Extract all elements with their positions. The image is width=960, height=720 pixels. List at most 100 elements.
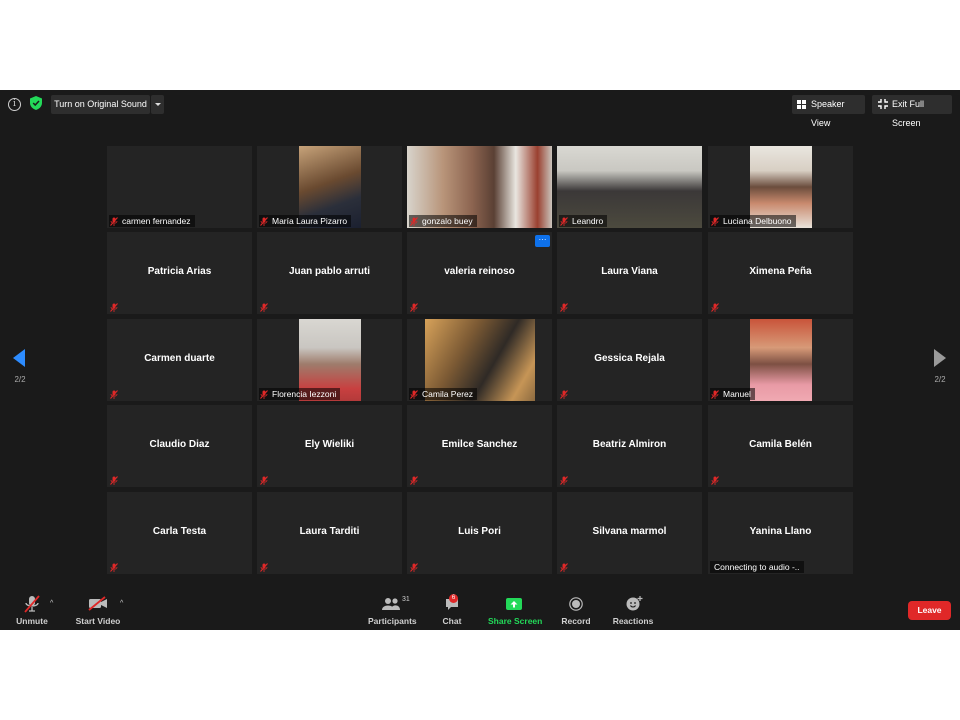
participant-tile[interactable]: Laura Tarditi xyxy=(257,492,402,574)
info-icon[interactable]: i xyxy=(8,98,21,111)
reactions-icon xyxy=(626,596,643,611)
unmute-button[interactable]: Unmute xyxy=(10,590,54,630)
participant-tile[interactable]: Juan pablo arruti xyxy=(257,232,402,314)
microphone-muted-icon xyxy=(711,217,719,226)
original-sound-button[interactable]: Turn on Original Sound xyxy=(51,95,150,114)
speaker-view-button[interactable]: Speaker View xyxy=(792,95,865,128)
participant-tile[interactable]: Ely Wieliki xyxy=(257,405,402,487)
speaker-view-icon xyxy=(797,100,806,109)
participant-tile[interactable]: carmen fernandez xyxy=(107,146,252,228)
participant-name: Yanina Llano xyxy=(749,526,812,537)
record-label: Record xyxy=(561,616,591,626)
share-screen-button[interactable]: Share Screen xyxy=(488,590,542,630)
participant-name: Luis Pori xyxy=(458,526,501,537)
participant-name: Luciana Delbuono xyxy=(723,216,792,226)
participant-tile[interactable]: Beatriz Almiron xyxy=(557,405,702,487)
participant-name: Carla Testa xyxy=(152,526,207,537)
record-button[interactable]: Record xyxy=(560,590,592,630)
shield-icon[interactable] xyxy=(30,96,42,110)
microphone-muted-icon xyxy=(711,390,719,399)
participant-name: Florencia Iezzoni xyxy=(272,389,337,399)
exit-full-screen-label: Exit Full Screen xyxy=(892,99,925,128)
participant-name: Camila Perez xyxy=(422,389,474,399)
participant-tile[interactable]: Camila Belén xyxy=(708,405,853,487)
participant-tile[interactable]: valeria reinoso xyxy=(407,232,552,314)
exit-full-screen-button[interactable]: Exit Full Screen xyxy=(872,95,952,128)
participant-tile[interactable]: María Laura Pizarro xyxy=(257,146,402,228)
participant-name: Emilce Sanchez xyxy=(441,439,518,450)
chat-button[interactable]: 6 Chat xyxy=(437,590,467,630)
participant-name: Ximena Peña xyxy=(749,266,812,277)
participant-name-label: gonzalo buey xyxy=(409,215,477,227)
participant-tile[interactable]: Emilce Sanchez xyxy=(407,405,552,487)
participant-name: valeria reinoso xyxy=(444,266,515,277)
microphone-muted-icon xyxy=(560,217,568,226)
participant-tile[interactable]: Manuel xyxy=(708,319,853,401)
participant-name-label: Florencia Iezzoni xyxy=(259,388,341,400)
participant-tile[interactable]: Silvana marmol xyxy=(557,492,702,574)
participant-tile[interactable]: Leandro xyxy=(557,146,702,228)
start-video-label: Start Video xyxy=(75,616,121,626)
previous-page-button[interactable]: 2/2 xyxy=(0,322,40,388)
chat-badge: 6 xyxy=(449,594,458,603)
participant-name: Claudio Diaz xyxy=(149,439,210,450)
record-icon xyxy=(569,597,583,611)
participant-tile[interactable]: Yanina Llano Connecting to audio -.. xyxy=(708,492,853,574)
microphone-muted-icon xyxy=(410,563,418,572)
participant-name: Laura Tarditi xyxy=(299,526,360,537)
chat-label: Chat xyxy=(442,616,462,626)
participants-count: 31 xyxy=(402,596,410,603)
meeting-toolbar: Unmute ^ Start Video ^ 31 Participants 6… xyxy=(0,590,960,630)
microphone-muted-icon xyxy=(260,303,268,312)
next-page-button[interactable]: 2/2 xyxy=(920,322,960,388)
video-off-icon xyxy=(88,596,107,611)
microphone-muted-icon xyxy=(410,217,418,226)
microphone-muted-icon xyxy=(110,217,118,226)
participant-name: María Laura Pizarro xyxy=(272,216,348,226)
microphone-muted-icon xyxy=(260,476,268,485)
reactions-label: Reactions xyxy=(612,616,654,626)
participant-tile[interactable]: Patricia Arias xyxy=(107,232,252,314)
microphone-muted-icon xyxy=(110,303,118,312)
participant-name: carmen fernandez xyxy=(122,216,191,226)
participants-icon xyxy=(382,598,400,610)
participant-tile[interactable]: Luciana Delbuono xyxy=(708,146,853,228)
microphone-muted-icon xyxy=(560,303,568,312)
original-sound-menu-caret[interactable] xyxy=(151,95,164,114)
participant-name: Patricia Arias xyxy=(147,266,212,277)
participant-name-label: Luciana Delbuono xyxy=(710,215,796,227)
participant-tile[interactable]: Gessica Rejala xyxy=(557,319,702,401)
participant-tile[interactable]: Luis Pori xyxy=(407,492,552,574)
microphone-muted-icon xyxy=(260,390,268,399)
microphone-muted-icon xyxy=(110,476,118,485)
page-indicator-left: 2/2 xyxy=(14,375,26,384)
participant-tile[interactable]: gonzalo buey xyxy=(407,146,552,228)
participant-tile[interactable]: Laura Viana xyxy=(557,232,702,314)
participant-tile[interactable]: Carla Testa xyxy=(107,492,252,574)
participants-label: Participants xyxy=(368,616,417,626)
participant-tile[interactable]: Claudio Diaz xyxy=(107,405,252,487)
participant-tile[interactable]: Camila Perez xyxy=(407,319,552,401)
audio-options-caret[interactable]: ^ xyxy=(50,600,53,607)
microphone-muted-icon xyxy=(110,390,118,399)
microphone-muted-icon xyxy=(560,390,568,399)
reactions-button[interactable]: Reactions xyxy=(612,590,654,630)
leave-button[interactable]: Leave xyxy=(908,601,951,620)
participant-tile[interactable]: Ximena Peña xyxy=(708,232,853,314)
page-indicator-right: 2/2 xyxy=(934,375,946,384)
microphone-muted-icon xyxy=(260,563,268,572)
participant-tile[interactable]: Carmen duarte xyxy=(107,319,252,401)
microphone-muted-icon xyxy=(410,390,418,399)
speaker-view-label: Speaker View xyxy=(811,99,845,128)
arrow-left-icon xyxy=(13,349,25,367)
participants-button[interactable]: 31 Participants xyxy=(368,590,417,630)
participant-name-label: carmen fernandez xyxy=(109,215,195,227)
top-bar: i Turn on Original Sound Speaker View Ex… xyxy=(0,90,960,128)
participant-video xyxy=(750,319,812,401)
participant-name-label: María Laura Pizarro xyxy=(259,215,352,227)
video-options-caret[interactable]: ^ xyxy=(120,600,123,607)
participant-name: Gessica Rejala xyxy=(594,353,665,364)
more-options-icon[interactable]: ··· xyxy=(535,235,550,247)
participant-tile[interactable]: Florencia Iezzoni xyxy=(257,319,402,401)
start-video-button[interactable]: Start Video xyxy=(72,590,124,630)
